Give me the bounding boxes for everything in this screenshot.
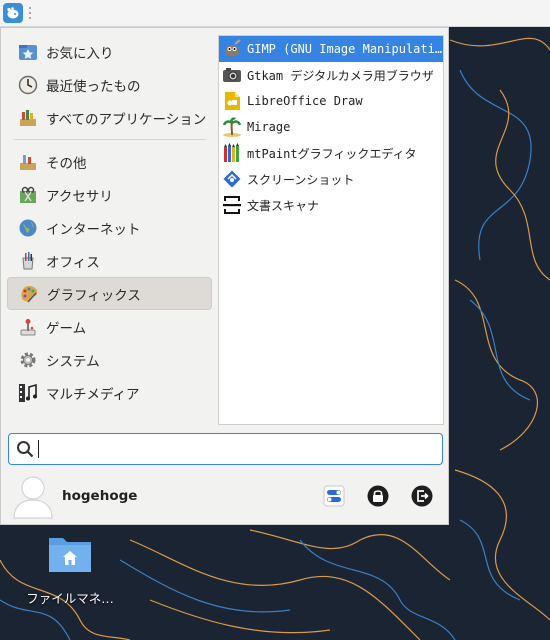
app-label: LibreOffice Draw: [247, 94, 363, 108]
category-label: オフィス: [46, 254, 100, 271]
recent-clock-icon: [17, 74, 39, 96]
search-input[interactable]: [43, 440, 427, 458]
user-avatar-icon: [13, 476, 53, 519]
category-other[interactable]: その他: [7, 145, 212, 178]
app-gtkam[interactable]: Gtkam デジタルカメラ用ブラウザ: [219, 62, 443, 88]
category-label: ゲーム: [46, 320, 87, 337]
scanner-icon: [221, 194, 243, 216]
home-folder-icon: [49, 538, 91, 572]
games-icon: [17, 316, 39, 338]
lock-icon: [367, 485, 389, 507]
panel-handle[interactable]: [28, 6, 32, 20]
category-office[interactable]: オフィス: [7, 244, 212, 277]
favorites-icon: [17, 41, 39, 63]
other-icon: [17, 151, 39, 173]
settings-toggle-icon: [323, 485, 345, 507]
user-bar: hogehoge: [1, 470, 448, 522]
app-document-scanner[interactable]: 文書スキャナ: [219, 192, 443, 218]
category-internet[interactable]: インターネット: [7, 211, 212, 244]
category-all-applications[interactable]: すべてのアプリケーション: [7, 101, 212, 134]
app-libreoffice-draw[interactable]: LibreOffice Draw: [219, 88, 443, 114]
category-label: お気に入り: [46, 45, 114, 62]
logout-icon: [411, 485, 433, 507]
search-icon: [15, 439, 35, 459]
lock-screen-button[interactable]: [366, 484, 390, 508]
app-screenshot[interactable]: スクリーンショット: [219, 166, 443, 192]
text-caret: [38, 440, 39, 458]
app-gimp[interactable]: GIMP (GNU Image Manipulation Program): [219, 36, 443, 62]
category-games[interactable]: ゲーム: [7, 310, 212, 343]
username-label: hogehoge: [62, 488, 138, 504]
settings-button[interactable]: [322, 484, 346, 508]
desktop-icon-label: ファイルマネ…: [26, 591, 114, 606]
internet-globe-icon: [17, 217, 39, 239]
search-box[interactable]: [8, 433, 443, 465]
category-label: その他: [46, 155, 87, 172]
category-label: マルチメディア: [46, 386, 140, 403]
desktop-icon-file-manager[interactable]: ファイルマネ…: [22, 530, 118, 610]
accessories-icon: [17, 184, 39, 206]
category-label: 最近使ったもの: [46, 78, 141, 95]
category-graphics[interactable]: グラフィックス: [7, 277, 212, 310]
libreoffice-draw-icon: [221, 90, 243, 112]
multimedia-icon: [17, 382, 39, 404]
system-gear-icon: [17, 349, 39, 371]
applications-menu-button[interactable]: [3, 3, 23, 23]
category-accessories[interactable]: アクセサリ: [7, 178, 212, 211]
category-label: インターネット: [46, 221, 141, 238]
category-label: すべてのアプリケーション: [46, 111, 207, 128]
category-label: システム: [46, 353, 100, 370]
category-system[interactable]: システム: [7, 343, 212, 376]
xfce-mouse-icon: [7, 7, 19, 19]
app-label: 文書スキャナ: [247, 198, 320, 213]
category-list: お気に入り 最近使ったもの すべてのアプリケーション その他 アクセサリ インタ…: [7, 35, 212, 409]
category-multimedia[interactable]: マルチメディア: [7, 376, 212, 409]
office-icon: [17, 250, 39, 272]
app-label: スクリーンショット: [247, 172, 355, 187]
top-panel: [0, 0, 550, 27]
application-list: GIMP (GNU Image Manipulation Program) Gt…: [218, 35, 444, 425]
graphics-palette-icon: [18, 283, 40, 305]
category-separator: [13, 139, 206, 140]
logout-button[interactable]: [410, 484, 434, 508]
category-recent[interactable]: 最近使ったもの: [7, 68, 212, 101]
category-label: グラフィックス: [47, 287, 141, 304]
screenshot-icon: [221, 168, 243, 190]
camera-icon: [221, 64, 243, 86]
app-label: GIMP (GNU Image Manipulation Program): [247, 42, 443, 56]
app-label: mtPaintグラフィックエディタ: [247, 146, 417, 161]
gimp-icon: [221, 38, 243, 60]
whisker-menu: お気に入り 最近使ったもの すべてのアプリケーション その他 アクセサリ インタ…: [0, 27, 449, 525]
mirage-palm-icon: [221, 116, 243, 138]
all-apps-icon: [17, 107, 39, 129]
app-mtpaint[interactable]: mtPaintグラフィックエディタ: [219, 140, 443, 166]
app-mirage[interactable]: Mirage: [219, 114, 443, 140]
app-label: Gtkam デジタルカメラ用ブラウザ: [247, 68, 434, 83]
category-favorites[interactable]: お気に入り: [7, 35, 212, 68]
mtpaint-pencils-icon: [221, 142, 243, 164]
category-label: アクセサリ: [46, 188, 113, 205]
app-label: Mirage: [247, 120, 291, 134]
